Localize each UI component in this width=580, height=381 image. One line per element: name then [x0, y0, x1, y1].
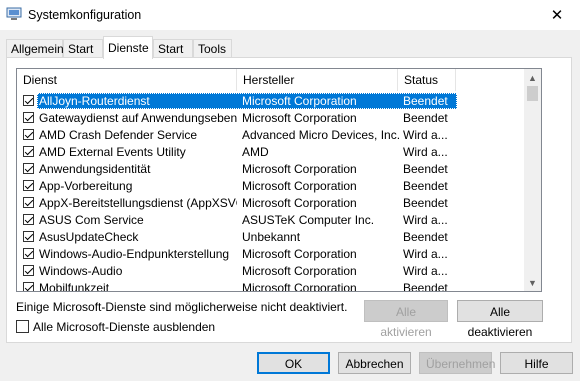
help-button[interactable]: Hilfe	[500, 352, 573, 374]
service-name: Gatewaydienst auf Anwendungsebene	[39, 111, 237, 125]
cancel-button[interactable]: Abbrechen	[338, 352, 411, 374]
service-vendor: Microsoft Corporation	[242, 281, 357, 292]
table-row[interactable]: Mobilfunkzeit Microsoft Corporation Been…	[17, 280, 525, 292]
table-row[interactable]: AppX-Bereitstellungsdienst (AppXSVC) Mic…	[17, 195, 525, 212]
table-row[interactable]: ASUS Com Service ASUSTeK Computer Inc. W…	[17, 212, 525, 229]
service-status: Beendet	[403, 281, 448, 292]
window-title: Systemkonfiguration	[28, 8, 142, 22]
service-name: Windows-Audio-Endpunkterstellung	[39, 247, 230, 261]
service-vendor: Microsoft Corporation	[242, 264, 357, 278]
tab-start-2[interactable]: Start	[153, 39, 193, 58]
tab-tools[interactable]: Tools	[193, 39, 232, 58]
table-row[interactable]: App-Vorbereitung Microsoft Corporation B…	[17, 178, 525, 195]
close-button[interactable]: ✕	[534, 0, 580, 30]
service-name: Anwendungsidentität	[39, 162, 151, 176]
tab-dienste[interactable]: Dienste	[103, 36, 153, 59]
info-note: Einige Microsoft-Dienste sind möglicherw…	[16, 300, 348, 314]
service-name: App-Vorbereitung	[39, 179, 133, 193]
service-status: Beendet	[403, 179, 448, 193]
service-status: Wird a...	[403, 247, 448, 261]
close-icon: ✕	[550, 7, 564, 24]
service-name: Windows-Audio	[39, 264, 123, 278]
table-row[interactable]: AMD External Events Utility AMD Wird a..…	[17, 144, 525, 161]
table-row[interactable]: Gatewaydienst auf Anwendungsebene Micros…	[17, 110, 525, 127]
service-name: AppX-Bereitstellungsdienst (AppXSVC)	[39, 196, 237, 210]
service-checkbox[interactable]	[23, 129, 34, 140]
service-checkbox[interactable]	[23, 197, 34, 208]
system-config-icon	[6, 7, 22, 20]
service-vendor: ASUSTeK Computer Inc.	[242, 213, 375, 227]
column-header-dienst[interactable]: Dienst	[17, 69, 237, 91]
table-row[interactable]: AsusUpdateCheck Unbekannt Beendet	[17, 229, 525, 246]
service-vendor: Microsoft Corporation	[242, 162, 357, 176]
service-name: AMD External Events Utility	[39, 145, 186, 159]
tab-start-1[interactable]: Start	[63, 39, 103, 58]
table-row[interactable]: Anwendungsidentität Microsoft Corporatio…	[17, 161, 525, 178]
service-status: Beendet	[403, 230, 448, 244]
hide-ms-services-label: Alle Microsoft-Dienste ausblenden	[33, 320, 216, 334]
service-checkbox[interactable]	[23, 163, 34, 174]
service-checkbox[interactable]	[23, 265, 34, 276]
scroll-down-icon[interactable]: ▼	[524, 274, 541, 291]
service-checkbox[interactable]	[23, 231, 34, 242]
service-checkbox[interactable]	[23, 214, 34, 225]
services-list[interactable]: Dienst Hersteller Status AllJoyn-Routerd…	[16, 68, 542, 292]
service-vendor: Microsoft Corporation	[242, 179, 357, 193]
service-status: Wird a...	[403, 213, 448, 227]
disable-all-button[interactable]: Alle deaktivieren	[457, 300, 543, 339]
service-name: AsusUpdateCheck	[39, 230, 139, 244]
scroll-thumb[interactable]	[527, 86, 538, 101]
service-status: Beendet	[403, 162, 448, 176]
service-name: AllJoyn-Routerdienst	[39, 94, 150, 108]
service-status: Wird a...	[403, 128, 448, 142]
service-checkbox[interactable]	[23, 146, 34, 157]
service-vendor: Advanced Micro Devices, Inc.	[242, 128, 400, 142]
service-vendor: Microsoft Corporation	[242, 94, 357, 108]
service-status: Beendet	[403, 111, 448, 125]
table-row[interactable]: Windows-Audio Microsoft Corporation Wird…	[17, 263, 525, 280]
apply-button[interactable]: Übernehmen	[419, 352, 495, 374]
service-status: Beendet	[403, 196, 448, 210]
service-vendor: Unbekannt	[242, 230, 301, 244]
list-header: Dienst Hersteller Status	[17, 69, 541, 91]
ok-button[interactable]: OK	[257, 352, 330, 374]
service-name: ASUS Com Service	[39, 213, 144, 227]
service-name: Mobilfunkzeit	[39, 281, 110, 292]
title-bar: Systemkonfiguration ✕	[0, 0, 580, 30]
service-vendor: Microsoft Corporation	[242, 247, 357, 261]
column-header-status[interactable]: Status	[398, 69, 456, 91]
service-name: AMD Crash Defender Service	[39, 128, 198, 142]
service-checkbox[interactable]	[23, 95, 34, 106]
column-header-hersteller[interactable]: Hersteller	[237, 69, 398, 91]
service-checkbox[interactable]	[23, 282, 34, 291]
table-row[interactable]: AMD Crash Defender Service Advanced Micr…	[17, 127, 525, 144]
table-row[interactable]: AllJoyn-Routerdienst Microsoft Corporati…	[17, 93, 525, 110]
service-checkbox[interactable]	[23, 180, 34, 191]
enable-all-button[interactable]: Alle aktivieren	[364, 300, 448, 339]
service-status: Wird a...	[403, 145, 448, 159]
service-vendor: Microsoft Corporation	[242, 196, 357, 210]
hide-ms-services-checkbox[interactable]	[16, 320, 29, 333]
service-checkbox[interactable]	[23, 112, 34, 123]
scroll-up-icon[interactable]: ▲	[524, 69, 541, 86]
service-status: Wird a...	[403, 264, 448, 278]
tab-allgemein[interactable]: Allgemein	[6, 39, 64, 58]
service-vendor: AMD	[242, 145, 269, 159]
service-status: Beendet	[403, 94, 448, 108]
service-vendor: Microsoft Corporation	[242, 111, 357, 125]
service-checkbox[interactable]	[23, 248, 34, 259]
vertical-scrollbar[interactable]: ▲ ▼	[524, 69, 541, 291]
table-row[interactable]: Windows-Audio-Endpunkterstellung Microso…	[17, 246, 525, 263]
